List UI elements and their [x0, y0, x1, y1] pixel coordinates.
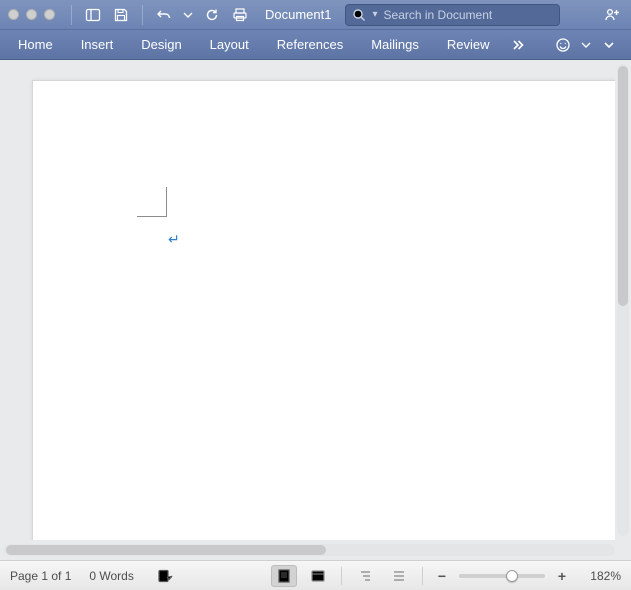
tab-review[interactable]: Review — [433, 30, 504, 60]
separator — [71, 5, 72, 25]
close-window-button[interactable] — [8, 9, 19, 20]
share-user-icon — [604, 7, 620, 23]
separator — [341, 567, 342, 585]
paragraph-mark: ↵ — [168, 231, 180, 248]
tab-insert[interactable]: Insert — [67, 30, 128, 60]
undo-dropdown[interactable] — [181, 4, 195, 26]
tab-layout[interactable]: Layout — [196, 30, 263, 60]
window-controls — [8, 9, 55, 20]
vertical-scrollbar[interactable] — [617, 64, 629, 536]
zoom-percentage[interactable]: 182% — [579, 569, 621, 583]
document-page[interactable]: ↵ — [32, 80, 615, 540]
separator — [422, 567, 423, 585]
statusbar: Page 1 of 1 0 Words — [0, 560, 631, 590]
tab-home[interactable]: Home — [4, 30, 67, 60]
tab-mailings[interactable]: Mailings — [357, 30, 433, 60]
minimize-window-button[interactable] — [26, 9, 37, 20]
document-title: Document1 — [257, 7, 339, 22]
web-layout-icon — [310, 568, 326, 584]
undo-icon — [156, 7, 172, 23]
plus-icon: + — [558, 568, 566, 584]
search-dropdown-icon[interactable]: ▾ — [372, 9, 377, 20]
view-outline[interactable] — [352, 565, 378, 587]
repeat-icon — [204, 7, 220, 23]
zoom-slider-knob[interactable] — [506, 570, 518, 582]
more-tabs-button[interactable] — [504, 34, 532, 56]
zoom-controls: − + 182% — [433, 567, 621, 585]
separator — [142, 5, 143, 25]
print-layout-icon — [276, 568, 292, 584]
maximize-window-button[interactable] — [44, 9, 55, 20]
sidebar-icon — [85, 7, 101, 23]
save-button[interactable] — [110, 4, 132, 26]
chevron-down-icon — [602, 38, 616, 52]
search-box[interactable]: ▾ — [345, 4, 560, 26]
vertical-scroll-thumb[interactable] — [618, 66, 628, 306]
outline-icon — [357, 568, 373, 584]
chevron-down-icon — [181, 8, 195, 22]
document-scroll-area[interactable]: ↵ — [6, 68, 615, 540]
undo-button[interactable] — [153, 4, 175, 26]
minus-icon: − — [438, 568, 446, 584]
print-button[interactable] — [229, 4, 251, 26]
chevron-down-icon — [579, 38, 593, 52]
tab-references[interactable]: References — [263, 30, 357, 60]
chevrons-right-icon — [510, 37, 526, 53]
print-icon — [232, 7, 248, 23]
view-draft[interactable] — [386, 565, 412, 587]
spellcheck-icon — [157, 568, 173, 584]
spellcheck-button[interactable] — [152, 565, 178, 587]
share-button[interactable] — [601, 4, 623, 26]
toggle-sidebar-button[interactable] — [82, 4, 104, 26]
word-count[interactable]: 0 Words — [89, 569, 133, 583]
collapse-ribbon-button[interactable] — [597, 34, 621, 56]
document-viewport: ↵ — [0, 60, 631, 560]
zoom-in-button[interactable]: + — [553, 567, 571, 585]
ribbon: Home Insert Design Layout References Mai… — [0, 30, 631, 60]
zoom-slider[interactable] — [459, 574, 545, 578]
horizontal-scroll-thumb[interactable] — [6, 545, 326, 555]
tab-design[interactable]: Design — [127, 30, 195, 60]
horizontal-scrollbar[interactable] — [4, 544, 615, 556]
titlebar: Document1 ▾ — [0, 0, 631, 30]
smiley-icon — [555, 37, 571, 53]
page-info[interactable]: Page 1 of 1 — [10, 569, 71, 583]
repeat-button[interactable] — [201, 4, 223, 26]
save-icon — [113, 7, 129, 23]
search-input[interactable] — [384, 8, 554, 22]
zoom-out-button[interactable]: − — [433, 567, 451, 585]
view-print-layout[interactable] — [271, 565, 297, 587]
view-web-layout[interactable] — [305, 565, 331, 587]
feedback-button[interactable] — [551, 34, 575, 56]
draft-icon — [391, 568, 407, 584]
search-icon — [352, 8, 366, 22]
inserted-shape[interactable] — [137, 187, 167, 217]
feedback-dropdown[interactable] — [579, 34, 593, 56]
